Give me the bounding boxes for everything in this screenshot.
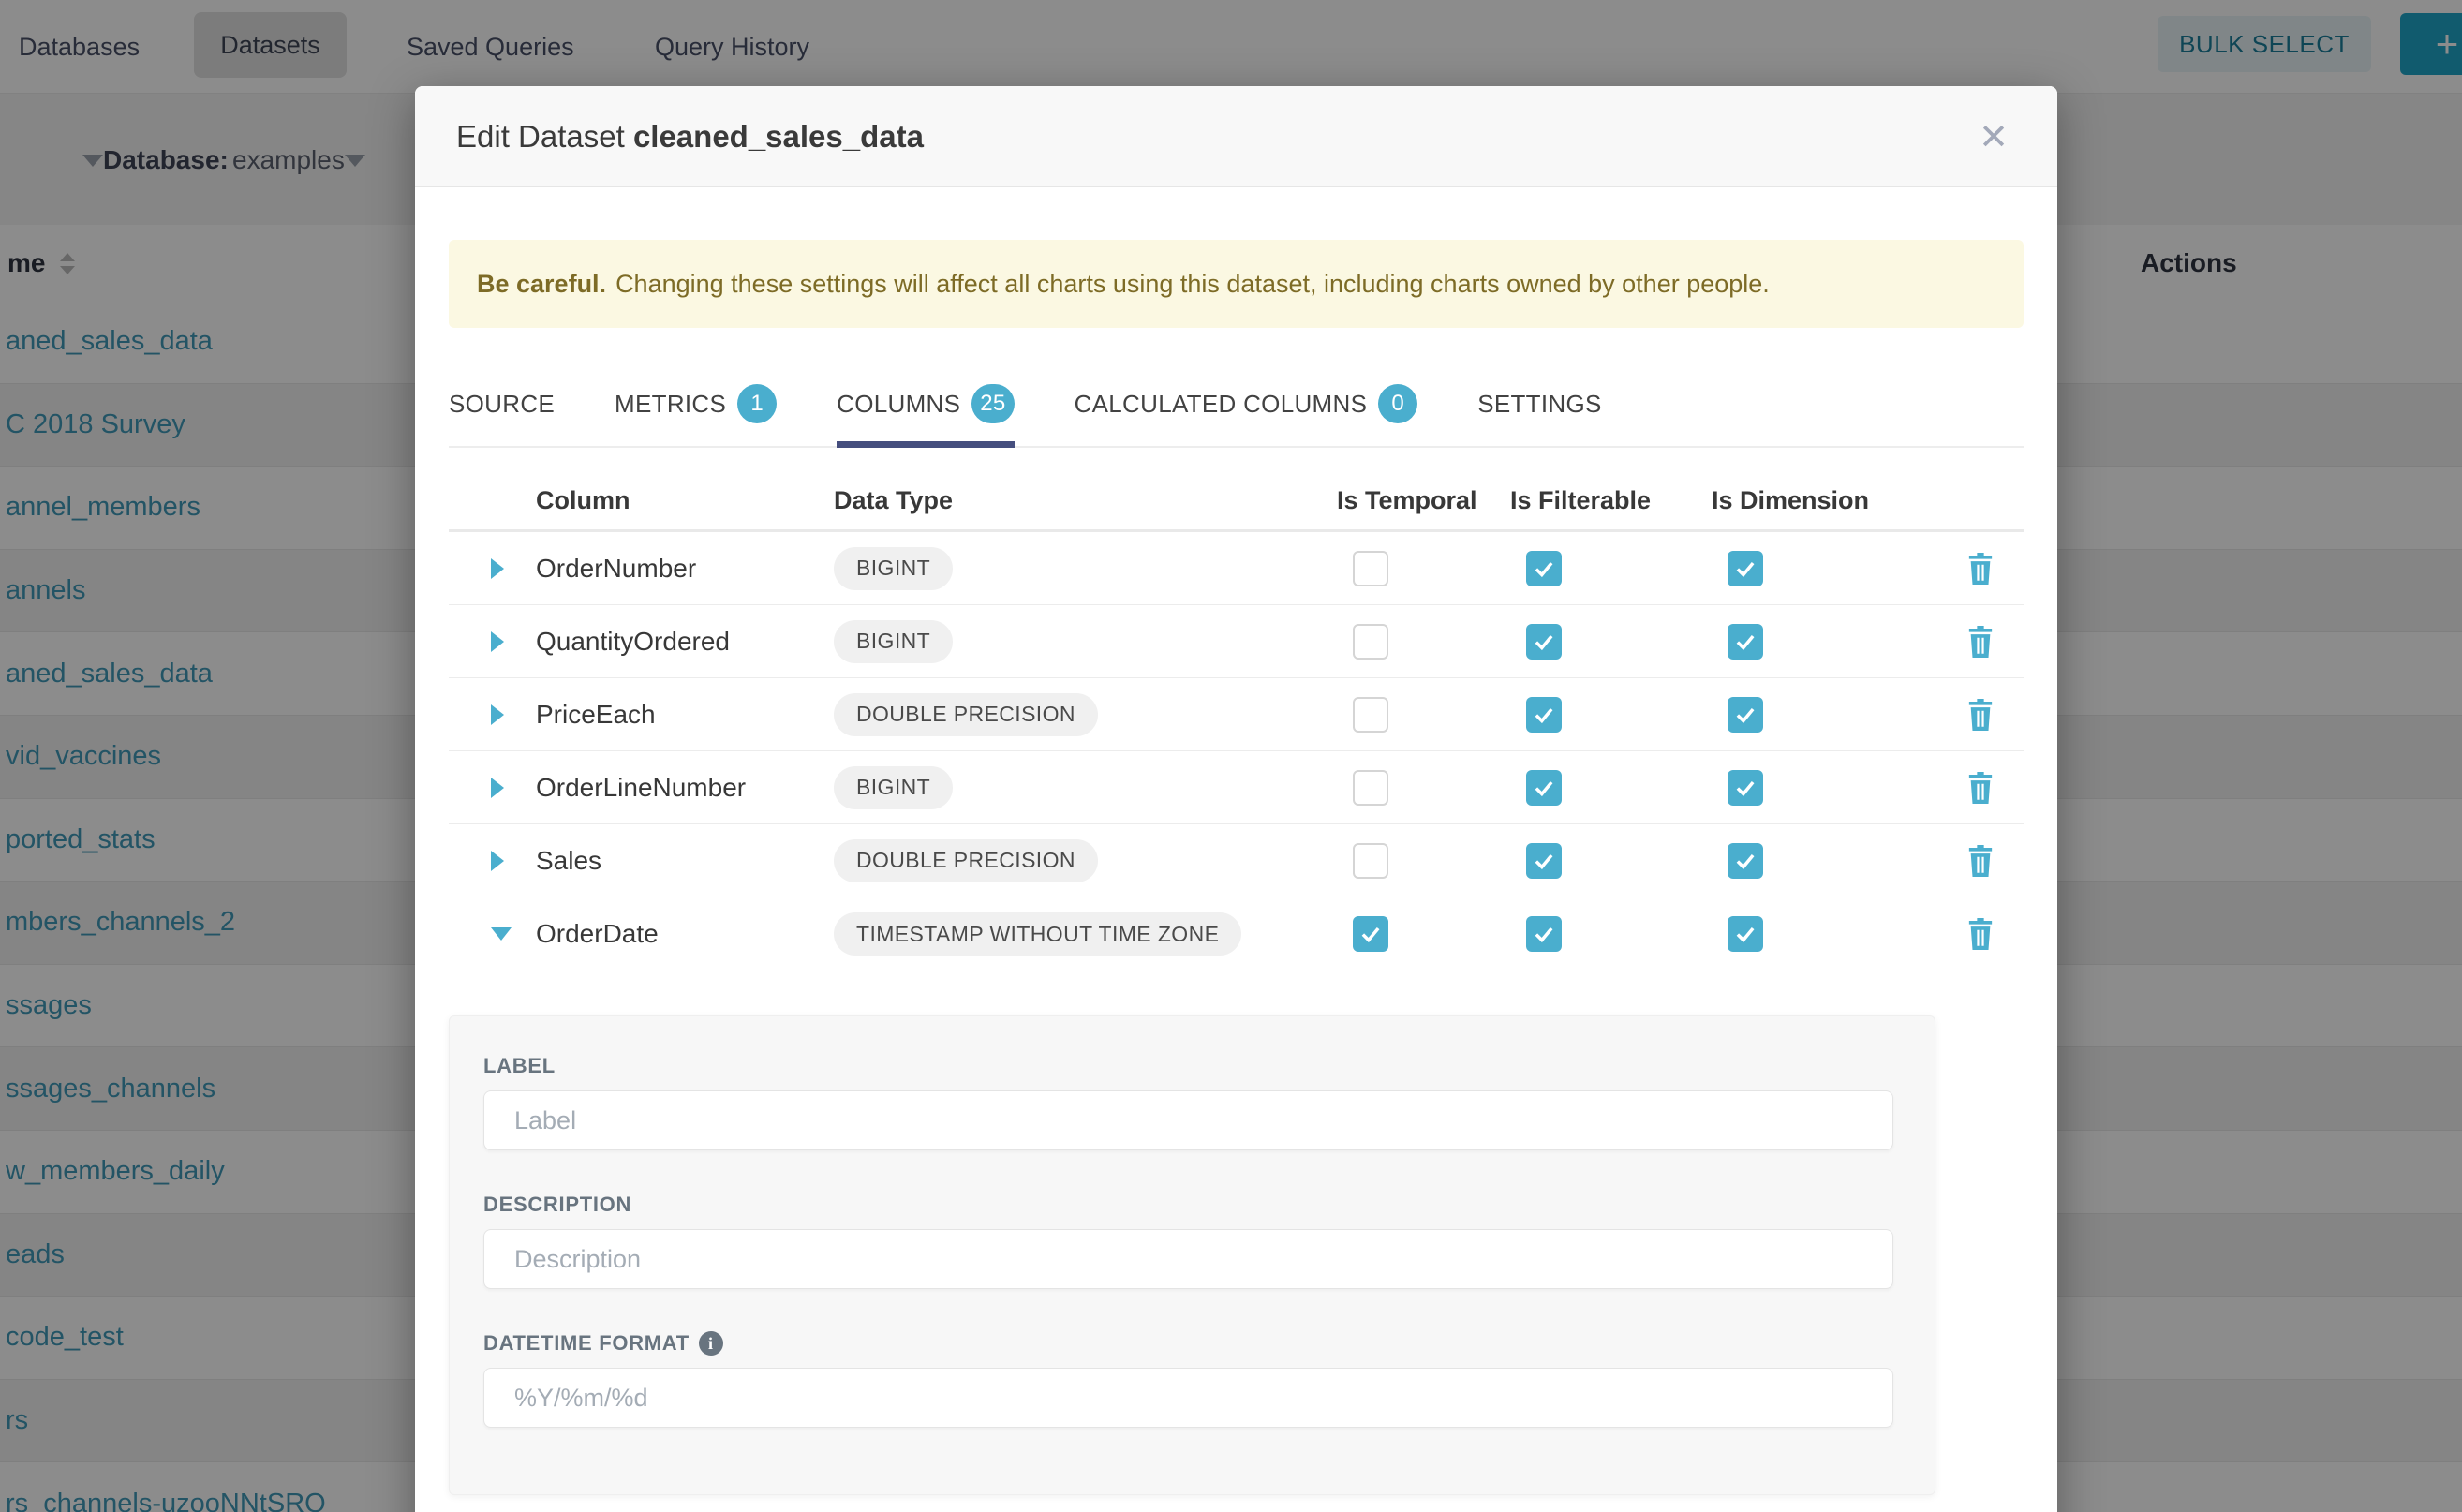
collapse-caret-icon[interactable] bbox=[491, 927, 512, 941]
column-name: PriceEach bbox=[536, 700, 656, 730]
column-row: OrderLineNumber BIGINT bbox=[449, 751, 2024, 824]
header-is-filterable: Is Filterable bbox=[1510, 486, 1712, 515]
column-row: Sales DOUBLE PRECISION bbox=[449, 824, 2024, 897]
delete-column-icon[interactable] bbox=[1936, 772, 2024, 804]
label-field-label: LABEL bbox=[483, 1054, 556, 1078]
tab-settings[interactable]: SETTINGS bbox=[1477, 371, 1601, 446]
is-filterable-checkbox[interactable] bbox=[1526, 551, 1562, 586]
delete-column-icon[interactable] bbox=[1936, 918, 2024, 950]
header-is-temporal: Is Temporal bbox=[1337, 486, 1510, 515]
is-dimension-checkbox[interactable] bbox=[1728, 697, 1763, 733]
description-field: DESCRIPTION bbox=[483, 1193, 1893, 1289]
column-row: OrderNumber BIGINT bbox=[449, 532, 2024, 605]
expand-caret-icon[interactable] bbox=[491, 851, 504, 871]
modal-tabs: SOURCE METRICS1 COLUMNS25 CALCULATED COL… bbox=[449, 371, 2024, 448]
header-data-type: Data Type bbox=[834, 486, 1337, 515]
header-column: Column bbox=[536, 486, 834, 515]
screen: Databases Datasets Saved Queries Query H… bbox=[0, 0, 2462, 1512]
delete-column-icon[interactable] bbox=[1936, 553, 2024, 585]
data-type-pill: DOUBLE PRECISION bbox=[834, 693, 1098, 736]
is-temporal-checkbox[interactable] bbox=[1353, 697, 1388, 733]
warning-banner: Be careful. Changing these settings will… bbox=[449, 240, 2024, 328]
info-icon[interactable]: i bbox=[699, 1331, 723, 1356]
column-name: Sales bbox=[536, 846, 601, 876]
description-field-label: DESCRIPTION bbox=[483, 1193, 631, 1217]
close-icon[interactable]: ✕ bbox=[1967, 111, 2020, 163]
description-input[interactable] bbox=[483, 1229, 1893, 1289]
is-temporal-checkbox[interactable] bbox=[1353, 843, 1388, 879]
calculated-columns-count-badge: 0 bbox=[1378, 384, 1417, 423]
is-temporal-checkbox[interactable] bbox=[1353, 916, 1388, 952]
data-type-pill: BIGINT bbox=[834, 766, 953, 809]
modal-title-prefix: Edit Dataset bbox=[456, 119, 625, 154]
is-dimension-checkbox[interactable] bbox=[1728, 770, 1763, 806]
column-name: OrderLineNumber bbox=[536, 773, 746, 803]
is-temporal-checkbox[interactable] bbox=[1353, 770, 1388, 806]
datetime-format-input[interactable] bbox=[483, 1368, 1893, 1428]
column-name: OrderDate bbox=[536, 919, 659, 949]
column-row: PriceEach DOUBLE PRECISION bbox=[449, 678, 2024, 751]
delete-column-icon[interactable] bbox=[1936, 626, 2024, 658]
modal-title-dataset-name: cleaned_sales_data bbox=[633, 119, 924, 154]
tab-metrics[interactable]: METRICS1 bbox=[615, 371, 777, 446]
warning-bold-text: Be careful. bbox=[477, 270, 606, 299]
data-type-pill: TIMESTAMP WITHOUT TIME ZONE bbox=[834, 912, 1241, 956]
column-row: OrderDate TIMESTAMP WITHOUT TIME ZONE bbox=[449, 897, 2024, 971]
is-dimension-checkbox[interactable] bbox=[1728, 624, 1763, 660]
columns-table-body: OrderNumber BIGINT QuantityOrdered BIGINT Pr… bbox=[449, 532, 2024, 971]
is-temporal-checkbox[interactable] bbox=[1353, 551, 1388, 586]
modal-header: Edit Dataset cleaned_sales_data ✕ bbox=[415, 86, 2057, 187]
is-filterable-checkbox[interactable] bbox=[1526, 843, 1562, 879]
expand-caret-icon[interactable] bbox=[491, 778, 504, 798]
expand-caret-icon[interactable] bbox=[491, 558, 504, 579]
is-filterable-checkbox[interactable] bbox=[1526, 624, 1562, 660]
tab-source[interactable]: SOURCE bbox=[449, 371, 555, 446]
warning-text: Changing these settings will affect all … bbox=[616, 270, 1770, 299]
delete-column-icon[interactable] bbox=[1936, 699, 2024, 731]
is-dimension-checkbox[interactable] bbox=[1728, 843, 1763, 879]
is-filterable-checkbox[interactable] bbox=[1526, 770, 1562, 806]
column-detail-panel: LABEL DESCRIPTION DATETIME FORMAT i bbox=[449, 1015, 1935, 1495]
expand-caret-icon[interactable] bbox=[491, 704, 504, 725]
is-dimension-checkbox[interactable] bbox=[1728, 551, 1763, 586]
delete-column-icon[interactable] bbox=[1936, 845, 2024, 877]
metrics-count-badge: 1 bbox=[737, 384, 777, 423]
modal-body: Be careful. Changing these settings will… bbox=[415, 240, 2057, 1495]
is-filterable-checkbox[interactable] bbox=[1526, 916, 1562, 952]
is-dimension-checkbox[interactable] bbox=[1728, 916, 1763, 952]
modal-title: Edit Dataset cleaned_sales_data bbox=[456, 119, 924, 155]
header-is-dimension: Is Dimension bbox=[1712, 486, 1936, 515]
tab-calculated-columns[interactable]: CALCULATED COLUMNS0 bbox=[1075, 371, 1418, 446]
column-name: OrderNumber bbox=[536, 554, 696, 584]
data-type-pill: DOUBLE PRECISION bbox=[834, 839, 1098, 882]
data-type-pill: BIGINT bbox=[834, 620, 953, 663]
tab-columns[interactable]: COLUMNS25 bbox=[837, 371, 1014, 446]
columns-table-header: Column Data Type Is Temporal Is Filterab… bbox=[449, 472, 2024, 532]
is-filterable-checkbox[interactable] bbox=[1526, 697, 1562, 733]
label-input[interactable] bbox=[483, 1090, 1893, 1150]
datetime-format-field: DATETIME FORMAT i bbox=[483, 1331, 1893, 1428]
column-name: QuantityOrdered bbox=[536, 627, 730, 657]
column-row: QuantityOrdered BIGINT bbox=[449, 605, 2024, 678]
is-temporal-checkbox[interactable] bbox=[1353, 624, 1388, 660]
datetime-format-field-label: DATETIME FORMAT bbox=[483, 1331, 690, 1356]
columns-count-badge: 25 bbox=[971, 384, 1014, 423]
label-field: LABEL bbox=[483, 1054, 1893, 1150]
expand-caret-icon[interactable] bbox=[491, 631, 504, 652]
data-type-pill: BIGINT bbox=[834, 547, 953, 590]
edit-dataset-modal: Edit Dataset cleaned_sales_data ✕ Be car… bbox=[415, 86, 2057, 1512]
